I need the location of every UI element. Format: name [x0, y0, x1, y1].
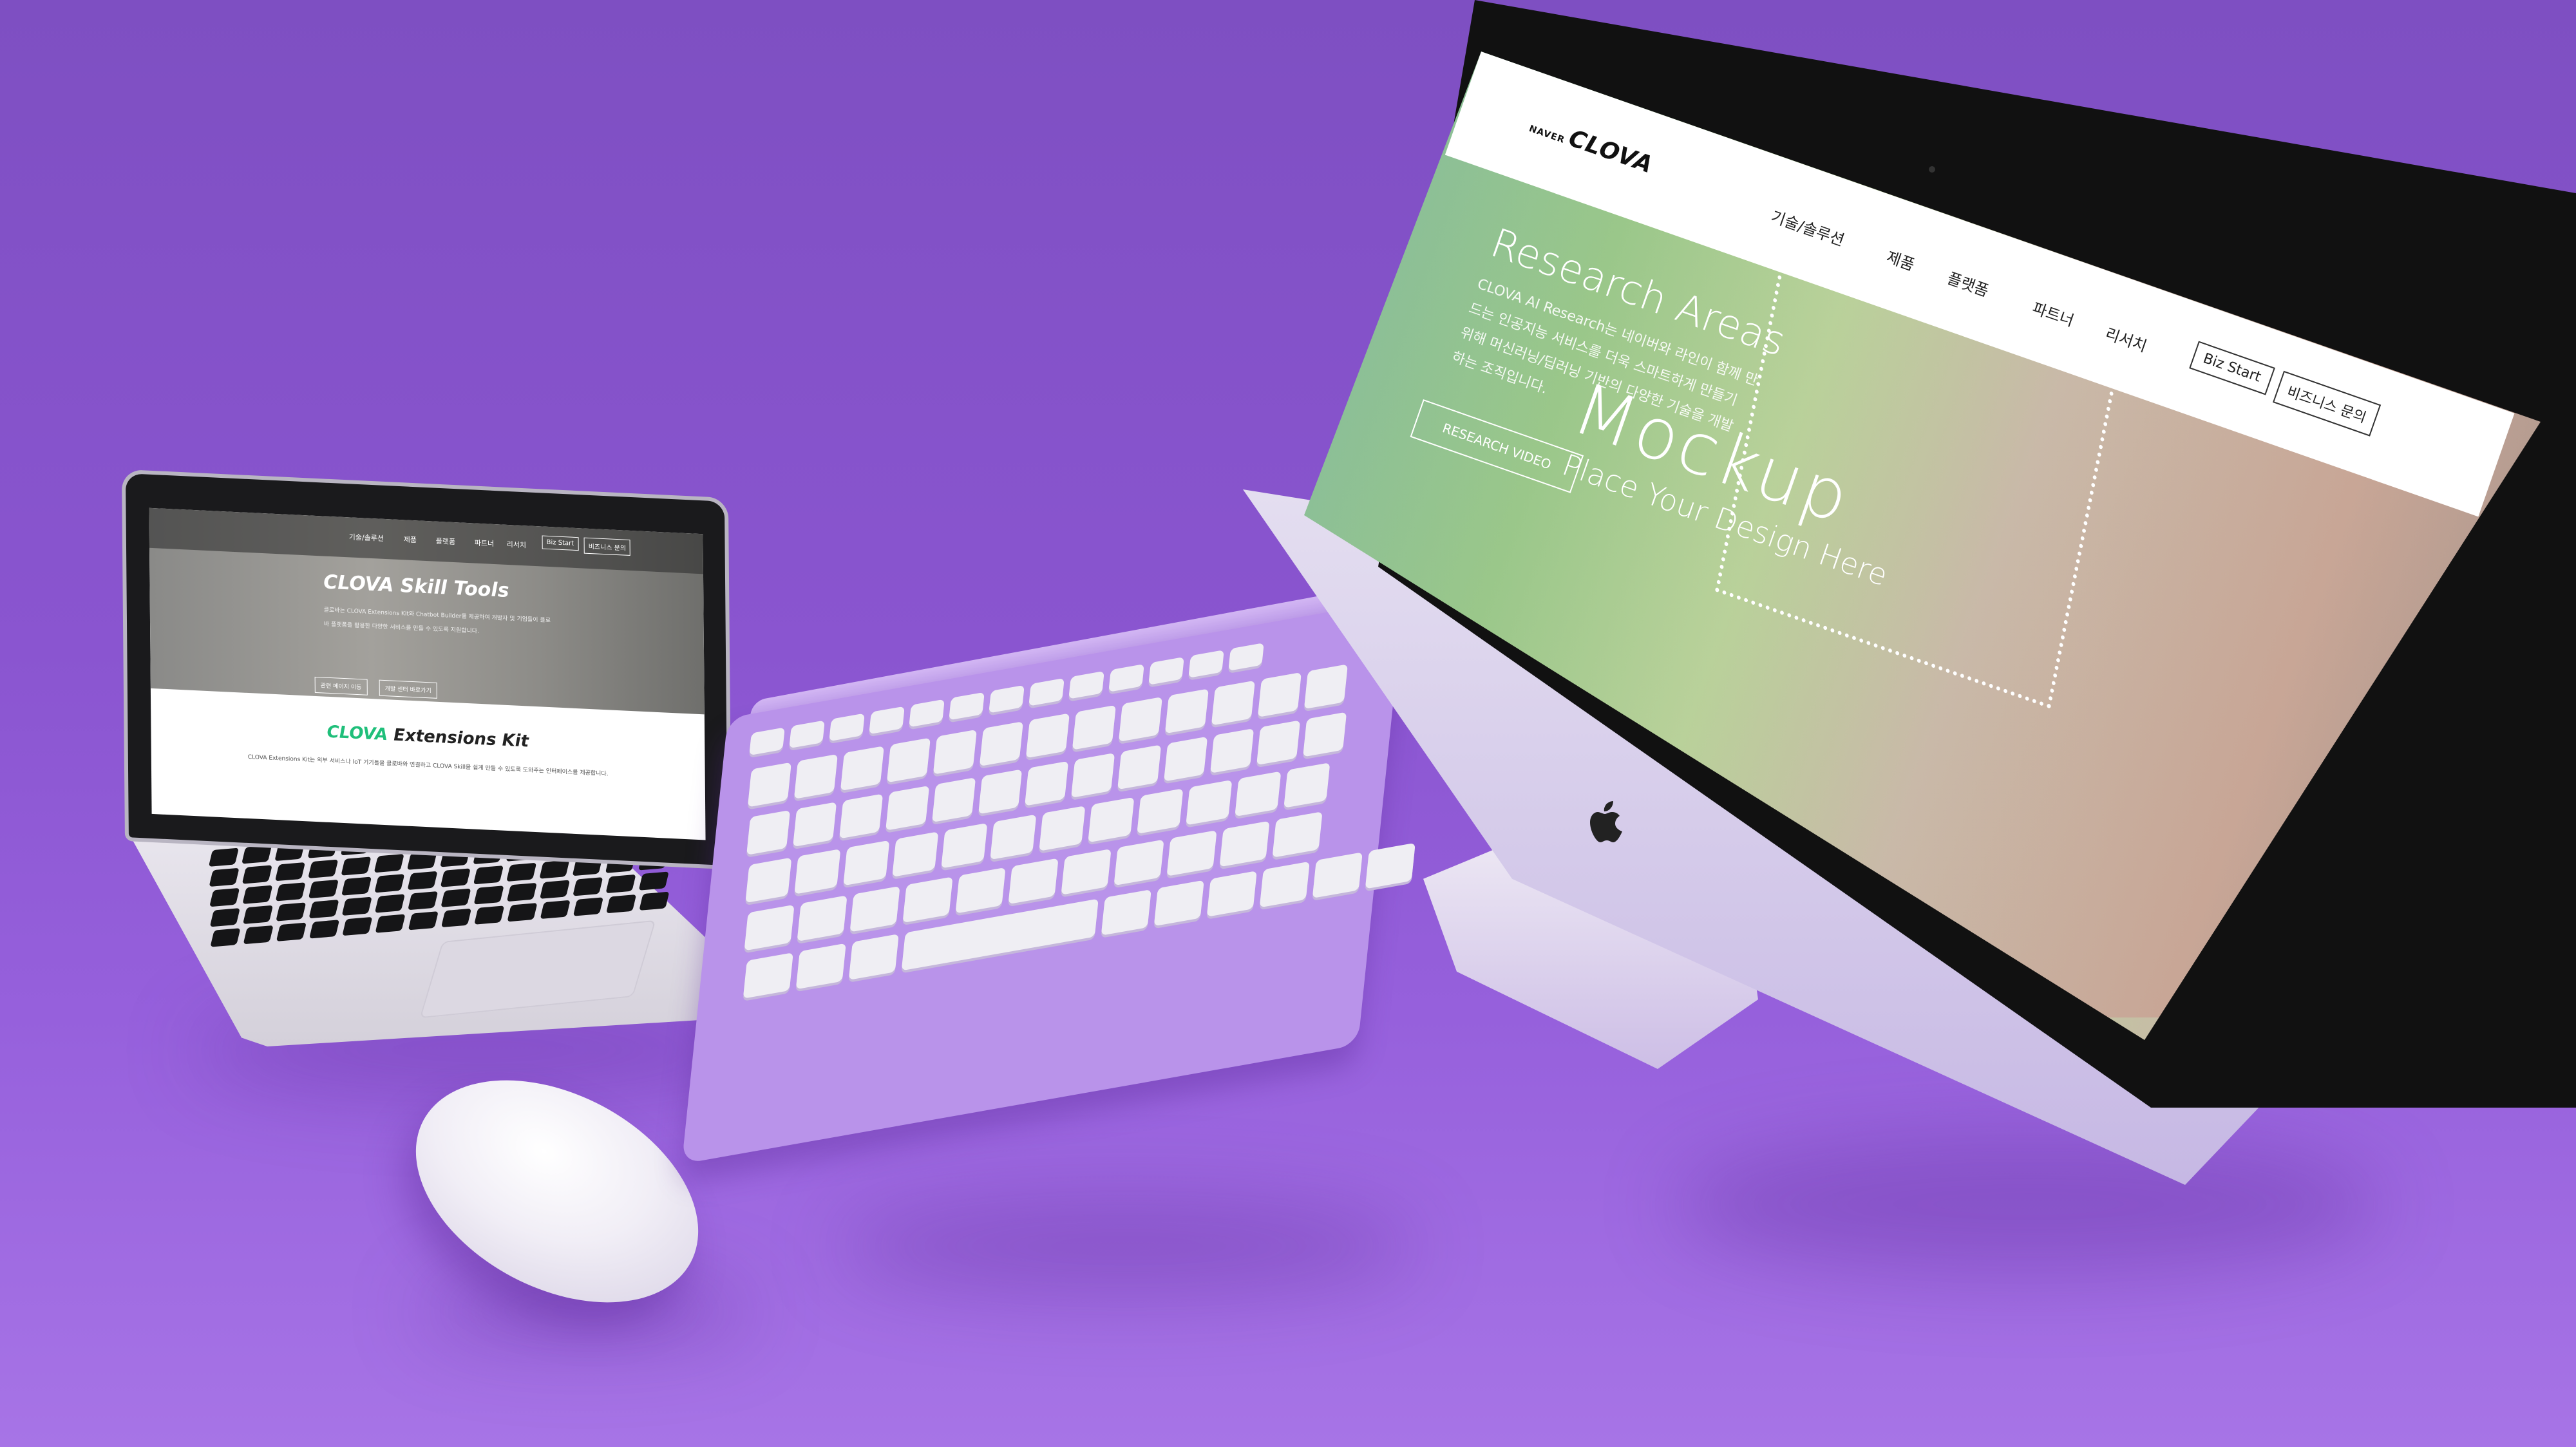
imac-logo[interactable]: NAVER CLOVA [1526, 111, 1656, 179]
imac-nav-item[interactable]: 리서치 [2103, 321, 2150, 356]
imac-nav-item[interactable]: 기술/솔루션 [1768, 204, 1848, 251]
imac-camera [1929, 166, 1935, 173]
imac-nav-item[interactable]: 파트너 [2030, 296, 2078, 331]
imac-nav-item[interactable]: 플랫폼 [1945, 265, 1993, 301]
imac-logo-naver: NAVER [1528, 123, 1566, 146]
imac-biz-start-button[interactable]: Biz Start [2189, 341, 2275, 395]
imac-nav-item[interactable]: 제품 [1884, 244, 1918, 275]
imac-biz-contact-button[interactable]: 비즈니스 문의 [2272, 370, 2382, 437]
imac-logo-clova: CLOVA [1565, 125, 1657, 179]
imac: NAVER CLOVA 기술/솔루션 제품 플랫폼 파트너 리서치 Biz St… [0, 0, 2576, 1447]
